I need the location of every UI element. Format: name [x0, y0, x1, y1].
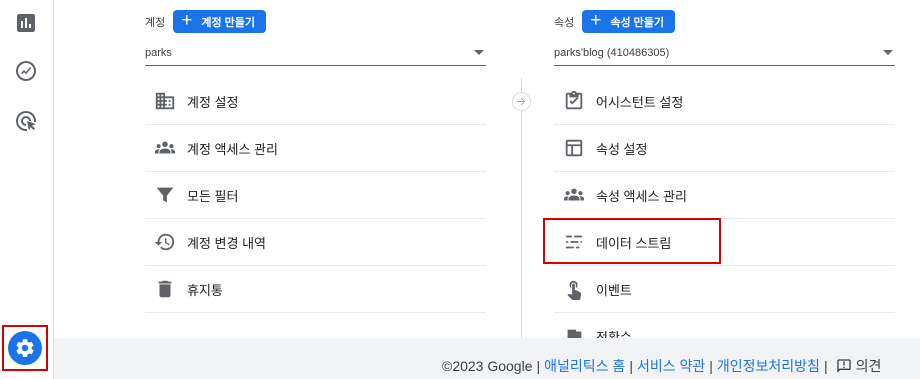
property-selector[interactable]: parks'blog (410486305) — [554, 40, 895, 66]
advertising-icon[interactable] — [13, 108, 39, 134]
people-icon — [562, 183, 586, 207]
clipboard-check-icon — [562, 89, 586, 113]
data-streams-label: 데이터 스트림 — [596, 235, 672, 251]
account-selected-value: parks — [145, 46, 172, 59]
account-menu: 계정 설정 계정 액세스 관리 모든 필터 계정 변경 내역 휴지통 — [145, 78, 486, 313]
account-settings-label: 계정 설정 — [187, 94, 239, 110]
events-label: 이벤트 — [596, 282, 632, 298]
property-selected-value: parks'blog (410486305) — [554, 46, 670, 59]
account-change-history-item[interactable]: 계정 변경 내역 — [145, 219, 486, 266]
assistant-settings-label: 어시스턴트 설정 — [596, 94, 684, 110]
arrow-right-icon — [512, 92, 531, 111]
filter-icon — [153, 183, 177, 207]
admin-panel: 계정 + 계정 만들기 parks 계정 설정 계정 액세스 관리 모든 필터 … — [54, 0, 920, 345]
account-access-item[interactable]: 계정 액세스 관리 — [145, 125, 486, 172]
trash-item[interactable]: 휴지통 — [145, 266, 486, 313]
plus-icon: + — [590, 10, 602, 31]
all-filters-label: 모든 필터 — [187, 188, 239, 204]
building-icon — [153, 89, 177, 113]
footer-content: ©2023 Google | 애널리틱스 홈 | 서비스 약관 | 개인정보처리… — [442, 356, 881, 376]
account-settings-item[interactable]: 계정 설정 — [145, 78, 486, 125]
account-access-label: 계정 액세스 관리 — [187, 141, 278, 157]
property-label: 속성 — [554, 16, 575, 29]
create-account-label: 계정 만들기 — [201, 16, 256, 29]
layout-icon — [562, 136, 586, 160]
data-streams-item[interactable]: 데이터 스트림 — [554, 219, 895, 266]
privacy-policy-link[interactable]: 개인정보처리방침 — [717, 356, 820, 376]
account-selector[interactable]: parks — [145, 40, 486, 66]
account-change-history-label: 계정 변경 내역 — [187, 235, 266, 251]
property-settings-label: 속성 설정 — [596, 141, 648, 157]
people-icon — [153, 136, 177, 160]
feedback-label[interactable]: 의견 — [856, 356, 882, 376]
history-icon — [153, 230, 177, 254]
column-divider — [521, 78, 522, 338]
explore-icon[interactable] — [13, 58, 39, 84]
create-property-label: 속성 만들기 — [610, 16, 665, 29]
footer-separator: | — [823, 358, 828, 374]
property-header: 속성 + 속성 만들기 — [554, 10, 676, 33]
account-header: 계정 + 계정 만들기 — [145, 10, 267, 33]
trash-label: 휴지통 — [187, 282, 223, 298]
property-settings-item[interactable]: 속성 설정 — [554, 125, 895, 172]
property-access-item[interactable]: 속성 액세스 관리 — [554, 172, 895, 219]
reports-icon[interactable] — [13, 10, 39, 36]
events-item[interactable]: 이벤트 — [554, 266, 895, 313]
create-account-button[interactable]: + 계정 만들기 — [173, 10, 267, 33]
dropdown-caret-icon — [474, 50, 484, 55]
data-streams-icon — [562, 230, 586, 254]
footer-separator: | — [629, 358, 633, 374]
create-property-button[interactable]: + 속성 만들기 — [582, 10, 676, 33]
footer-separator: | — [709, 358, 713, 374]
trash-icon — [153, 277, 177, 301]
all-filters-item[interactable]: 모든 필터 — [145, 172, 486, 219]
gear-icon — [8, 331, 42, 365]
left-nav-rail — [0, 0, 54, 379]
dropdown-caret-icon — [883, 50, 893, 55]
terms-of-service-link[interactable]: 서비스 약관 — [637, 356, 705, 376]
account-label: 계정 — [145, 16, 166, 29]
property-menu: 어시스턴트 설정 속성 설정 속성 액세스 관리 데이터 스트림 이벤트 — [554, 78, 895, 360]
copyright-text: ©2023 Google — [442, 358, 533, 374]
admin-settings-button[interactable] — [2, 325, 48, 371]
footer: ©2023 Google | 애널리틱스 홈 | 서비스 약관 | 개인정보처리… — [54, 338, 920, 379]
feedback-icon[interactable] — [836, 358, 852, 374]
plus-icon: + — [181, 10, 193, 31]
assistant-settings-item[interactable]: 어시스턴트 설정 — [554, 78, 895, 125]
touch-icon — [562, 277, 586, 301]
analytics-home-link[interactable]: 애널리틱스 홈 — [544, 356, 625, 376]
footer-separator: | — [536, 358, 541, 374]
property-access-label: 속성 액세스 관리 — [596, 188, 687, 204]
